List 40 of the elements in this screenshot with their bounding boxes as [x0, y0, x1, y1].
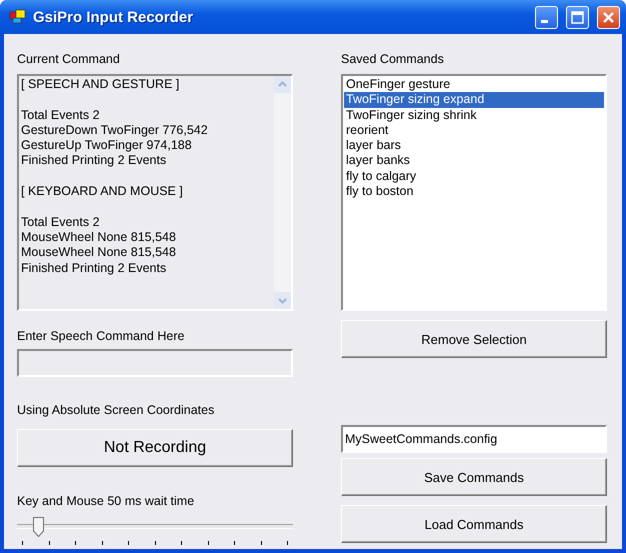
- close-button[interactable]: [597, 6, 620, 28]
- wait-time-slider[interactable]: [17, 515, 293, 547]
- record-button[interactable]: Not Recording: [17, 429, 293, 467]
- list-item[interactable]: layer bars: [344, 138, 604, 154]
- list-item[interactable]: layer banks: [344, 153, 604, 169]
- console-line: MouseWheel None 815,548: [21, 245, 177, 261]
- list-item[interactable]: TwoFinger sizing expand: [344, 92, 604, 108]
- maximize-button[interactable]: [566, 6, 589, 28]
- remove-selection-button[interactable]: Remove Selection: [341, 320, 607, 358]
- list-item[interactable]: reorient: [344, 122, 604, 138]
- app-icon: [9, 9, 27, 25]
- window-title: GsiPro Input Recorder: [33, 8, 194, 26]
- minimize-button[interactable]: [535, 6, 558, 28]
- slider-label: Key and Mouse 50 ms wait time: [17, 494, 196, 508]
- field-label: Enter Speech Command Here: [17, 329, 186, 343]
- slider-thumb[interactable]: [32, 517, 44, 537]
- field-label: Current Command: [17, 52, 121, 66]
- console-line: GestureDown TwoFinger 776,542: [21, 122, 209, 138]
- command-textbox[interactable]: [17, 74, 293, 311]
- filename-field[interactable]: MySweetCommands.config: [341, 425, 607, 453]
- console-line: Total Events 2: [21, 108, 101, 123]
- field-label: Saved Commands: [341, 52, 445, 66]
- list-item[interactable]: fly to boston: [344, 184, 604, 200]
- console-line: Finished Printing 2 Events: [21, 153, 168, 169]
- console-line: MouseWheel None 815,548: [21, 230, 177, 246]
- console-line: [ KEYBOARD AND MOUSE ]: [21, 184, 184, 200]
- save-button[interactable]: Save Commands: [341, 458, 607, 496]
- maximize-icon: [571, 10, 584, 24]
- load-button[interactable]: Load Commands: [341, 505, 607, 543]
- close-icon: [602, 10, 615, 24]
- list-item[interactable]: TwoFinger sizing shrink: [344, 108, 604, 123]
- console-line: [ SPEECH AND GESTURE ]: [21, 77, 180, 92]
- console-line: GestureUp TwoFinger 974,188: [21, 138, 193, 154]
- list-item[interactable]: fly to calgary: [344, 168, 604, 184]
- minimize-icon: [541, 20, 548, 22]
- status-label: Using Absolute Screen Coordinates: [17, 403, 216, 417]
- console-line: Total Events 2: [21, 214, 101, 230]
- console-line: Finished Printing 2 Events: [21, 260, 168, 276]
- saved-commands-list[interactable]: OneFinger gesture TwoFinger sizing expand TwoFinger sizing shrink reorient layer bars layer banks fly to calgary fly to boston: [341, 74, 607, 311]
- list-item[interactable]: OneFinger gesture: [344, 77, 604, 92]
